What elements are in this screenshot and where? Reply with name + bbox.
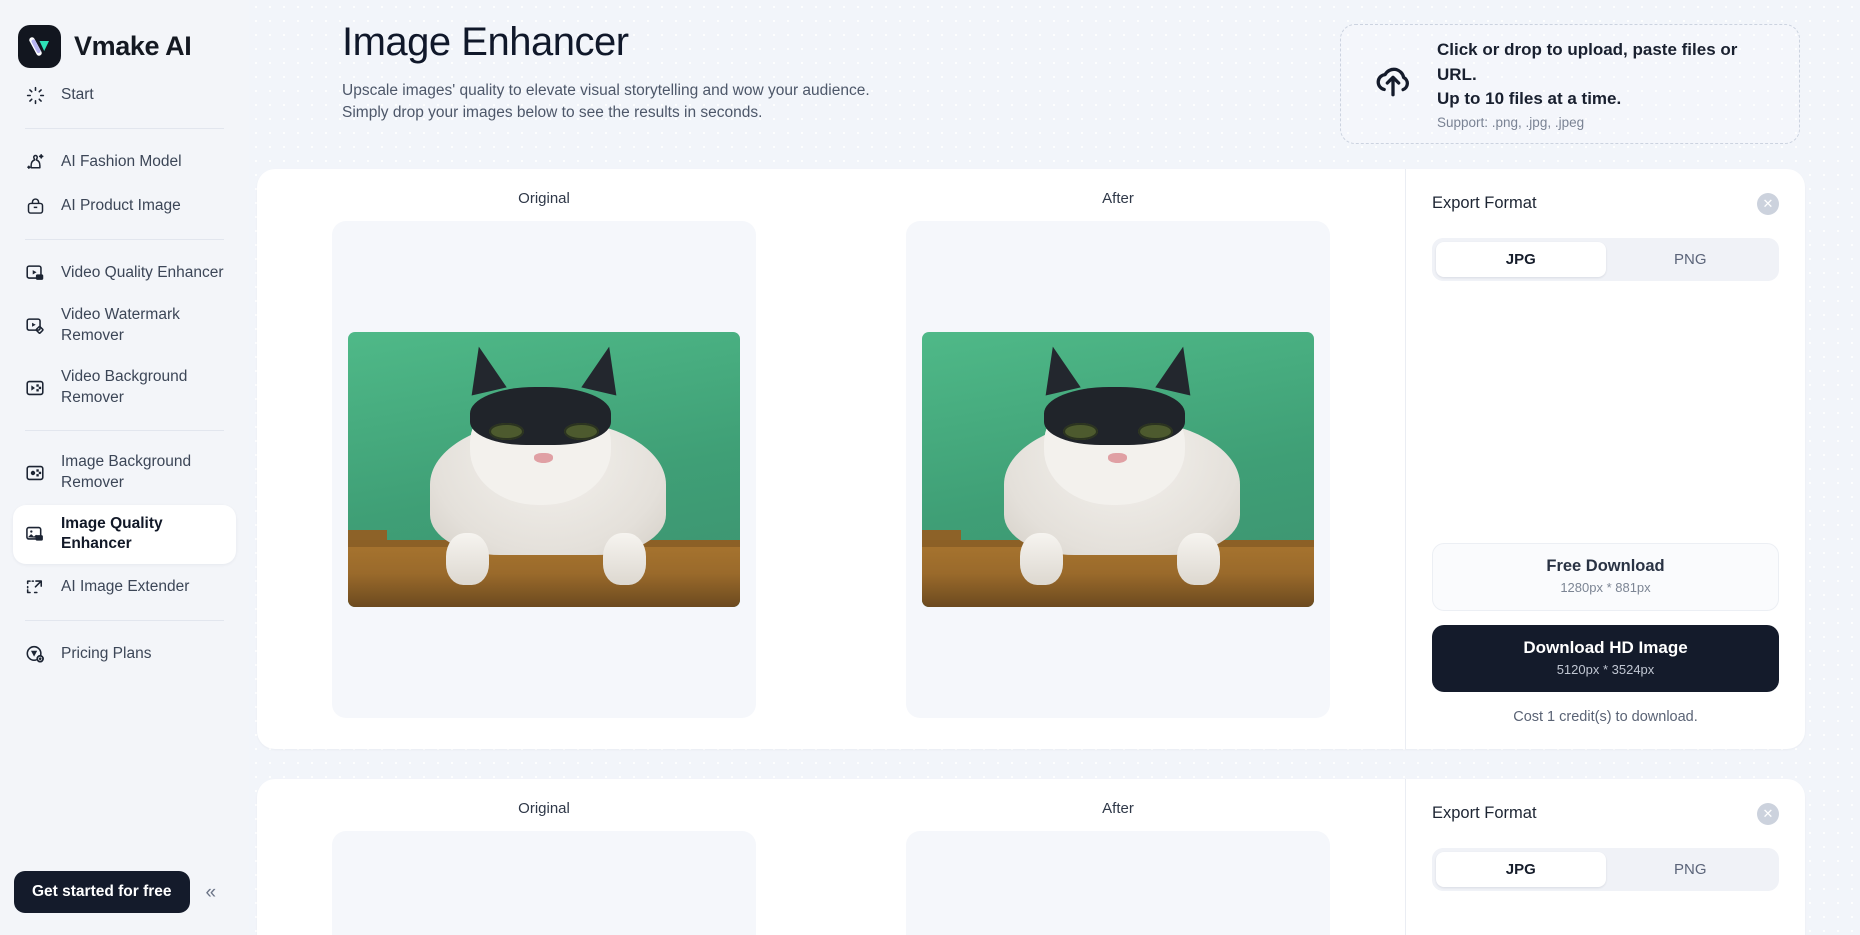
original-image: [348, 331, 740, 607]
sidebar-divider: [25, 128, 224, 129]
original-label: Original: [518, 799, 570, 817]
sidebar-item-label: AI Fashion Model: [61, 152, 182, 170]
result-card: Original After Export Format ✕ JPG PNG F…: [257, 168, 1805, 749]
export-format-title: Export Format: [1432, 804, 1537, 823]
sidebar-item-label: AI Image Extender: [61, 577, 190, 595]
original-label: Original: [518, 189, 570, 207]
after-label: After: [1102, 799, 1134, 817]
upload-text: Click or drop to upload, paste files or …: [1437, 38, 1779, 130]
pane-after: After: [831, 779, 1405, 935]
sidebar-item-label: Image Background Remover: [61, 452, 192, 491]
vmake-logo-icon: [18, 25, 61, 68]
upload-support-text: Support: .png, .jpg, .jpeg: [1437, 114, 1585, 130]
sidebar-divider: [25, 620, 224, 622]
video-4k-icon: 4K: [23, 261, 47, 285]
format-option-jpg[interactable]: JPG: [1436, 851, 1606, 887]
page-subtitle-line-1: Upscale images' quality to elevate visua…: [342, 82, 870, 99]
sidebar-item-ai-product-image[interactable]: AI Product Image: [13, 185, 236, 227]
sidebar-item-ai-image-extender[interactable]: AI Image Extender: [13, 566, 236, 608]
export-panel-header: Export Format ✕: [1432, 192, 1779, 215]
hd-download-button[interactable]: Download HD Image 5120px * 3524px: [1432, 624, 1779, 692]
sidebar-divider: [25, 239, 224, 240]
sidebar: Vmake AI Start AI Fashion Model AI Produ…: [0, 0, 249, 935]
credit-cost-note: Cost 1 credit(s) to download.: [1513, 708, 1698, 725]
after-image: [922, 331, 1314, 607]
export-panel: Export Format ✕ JPG PNG: [1405, 778, 1805, 935]
sidebar-item-label: AI Product Image: [61, 196, 181, 214]
get-started-button[interactable]: Get started for free: [14, 871, 190, 913]
sidebar-footer: Get started for free «: [14, 871, 216, 913]
preview-area: Original After: [257, 779, 1405, 935]
upload-dropzone[interactable]: Click or drop to upload, paste files or …: [1340, 24, 1800, 144]
main-content: Image Enhancer Upscale images' quality t…: [249, 0, 1860, 935]
brand-name: Vmake AI: [74, 31, 192, 61]
sidebar-item-label: Video Quality Enhancer: [61, 263, 224, 281]
sidebar-item-label: Video Watermark Remover: [61, 306, 180, 344]
sidebar-item-pricing-plans[interactable]: Pricing Plans: [13, 633, 236, 675]
header-text: Image Enhancer Upscale images' quality t…: [342, 14, 1316, 124]
svg-text:4K: 4K: [37, 275, 42, 280]
after-image-container[interactable]: [906, 830, 1330, 935]
sparkle-burst-icon: [23, 83, 47, 107]
sidebar-item-video-quality-enhancer[interactable]: 4K Video Quality Enhancer: [13, 252, 236, 294]
original-image-container[interactable]: [332, 830, 756, 935]
close-circle-icon[interactable]: ✕: [1757, 192, 1779, 215]
export-panel-header: Export Format ✕: [1432, 802, 1779, 825]
format-toggle-group: JPG PNG: [1432, 847, 1779, 891]
pane-after: After: [831, 169, 1405, 749]
video-checker-icon: [23, 376, 47, 400]
cloud-upload-icon: [1371, 59, 1415, 108]
original-image-container[interactable]: [332, 220, 756, 718]
sidebar-divider: [25, 429, 224, 431]
sidebar-item-ai-fashion-model[interactable]: AI Fashion Model: [13, 141, 236, 183]
sidebar-item-image-quality-enhancer[interactable]: 4K Image Quality Enhancer: [13, 504, 236, 565]
pricing-tag-icon: [23, 642, 47, 666]
svg-text:4K: 4K: [37, 536, 42, 541]
upload-line-2: Up to 10 files at a time.: [1437, 89, 1622, 109]
preview-area: Original After: [257, 169, 1405, 749]
app-root: Vmake AI Start AI Fashion Model AI Produ…: [0, 0, 1860, 935]
sidebar-item-start[interactable]: Start: [13, 74, 236, 116]
expand-frame-icon: [23, 575, 47, 599]
export-format-title: Export Format: [1432, 194, 1537, 213]
free-download-label: Free Download: [1546, 556, 1665, 575]
close-circle-icon[interactable]: ✕: [1757, 802, 1779, 825]
chevron-double-left-icon[interactable]: «: [206, 883, 217, 902]
free-download-button[interactable]: Free Download 1280px * 881px: [1432, 542, 1779, 611]
sidebar-item-label: Pricing Plans: [61, 644, 152, 662]
sidebar-nav: Start AI Fashion Model AI Product Image …: [0, 74, 249, 675]
sidebar-item-video-background-remover[interactable]: Video Background Remover: [13, 358, 236, 418]
after-image-container[interactable]: [906, 220, 1330, 718]
hd-download-size: 5120px * 3524px: [1556, 661, 1655, 677]
image-4k-icon: 4K: [23, 522, 47, 546]
video-eraser-icon: [23, 314, 47, 338]
after-label: After: [1102, 189, 1134, 207]
format-option-png[interactable]: PNG: [1606, 242, 1776, 277]
export-panel: Export Format ✕ JPG PNG Free Download 12…: [1405, 168, 1805, 749]
free-download-size: 1280px * 881px: [1560, 579, 1651, 595]
sidebar-item-label: Start: [61, 85, 94, 103]
page-header: Image Enhancer Upscale images' quality t…: [249, 0, 1860, 144]
upload-line-1: Click or drop to upload, paste files or …: [1437, 40, 1738, 84]
pane-original: Original: [257, 779, 831, 935]
sidebar-item-image-background-remover[interactable]: Image Background Remover: [13, 443, 236, 503]
format-toggle-group: JPG PNG: [1432, 237, 1779, 281]
mannequin-icon: [23, 150, 47, 174]
sidebar-item-video-watermark-remover[interactable]: Video Watermark Remover: [13, 296, 236, 356]
format-option-jpg[interactable]: JPG: [1436, 241, 1606, 277]
page-title: Image Enhancer: [342, 20, 629, 64]
bag-icon: [23, 194, 47, 218]
hd-download-label: Download HD Image: [1523, 637, 1688, 657]
image-checker-icon: [23, 461, 47, 485]
result-card: Original After Export Format ✕ JPG PNG: [257, 778, 1805, 935]
pane-original: Original: [257, 169, 831, 749]
download-group: Free Download 1280px * 881px Download HD…: [1432, 542, 1779, 749]
sidebar-item-label: Video Background Remover: [61, 367, 188, 406]
brand[interactable]: Vmake AI: [0, 0, 249, 72]
format-option-png[interactable]: PNG: [1606, 852, 1776, 887]
sidebar-item-label: Image Quality Enhancer: [61, 514, 163, 553]
page-subtitle-line-2: Simply drop your images below to see the…: [342, 104, 763, 121]
